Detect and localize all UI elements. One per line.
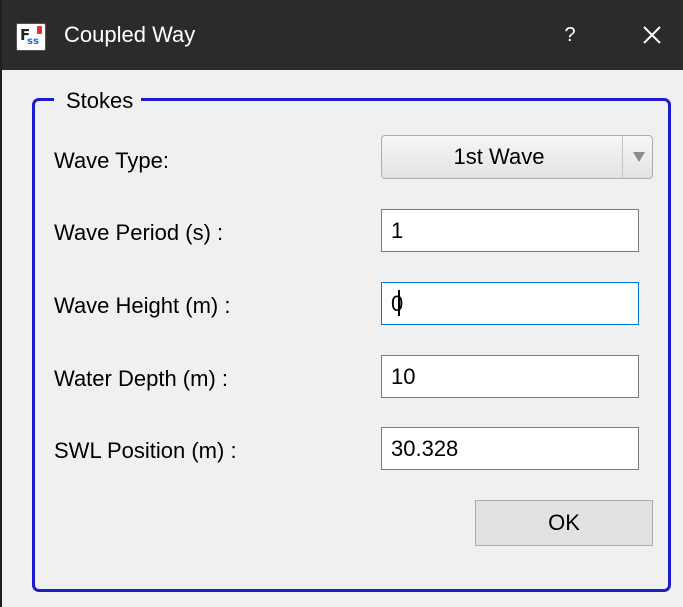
wave-type-combobox[interactable]: 1st Wave bbox=[381, 135, 653, 179]
chevron-down-icon[interactable] bbox=[626, 136, 652, 178]
wave-period-input[interactable] bbox=[381, 209, 639, 252]
combobox-divider bbox=[622, 136, 623, 178]
help-button[interactable]: ? bbox=[550, 13, 590, 57]
water-depth-label: Water Depth (m) : bbox=[54, 366, 228, 391]
wave-type-selected: 1st Wave bbox=[453, 144, 545, 169]
swl-position-label: SWL Position (m) : bbox=[54, 438, 237, 463]
close-button[interactable] bbox=[627, 13, 677, 57]
wave-period-label: Wave Period (s) : bbox=[54, 220, 224, 245]
text-caret bbox=[398, 290, 400, 316]
coupled-way-dialog: Fss Coupled Way ? Stokes Wave Type: 1st … bbox=[0, 0, 683, 607]
wave-height-input[interactable] bbox=[381, 282, 639, 325]
ok-button[interactable]: OK bbox=[475, 500, 653, 546]
water-depth-input[interactable] bbox=[381, 355, 639, 398]
group-title: Stokes bbox=[54, 88, 142, 114]
wave-type-label: Wave Type: bbox=[54, 148, 169, 173]
close-icon bbox=[643, 26, 661, 44]
app-icon: Fss bbox=[16, 23, 46, 51]
title-bar[interactable]: Fss Coupled Way ? bbox=[2, 0, 683, 70]
wave-height-label: Wave Height (m) : bbox=[54, 293, 231, 318]
window-title: Coupled Way bbox=[64, 22, 196, 47]
swl-position-input[interactable] bbox=[381, 427, 639, 470]
